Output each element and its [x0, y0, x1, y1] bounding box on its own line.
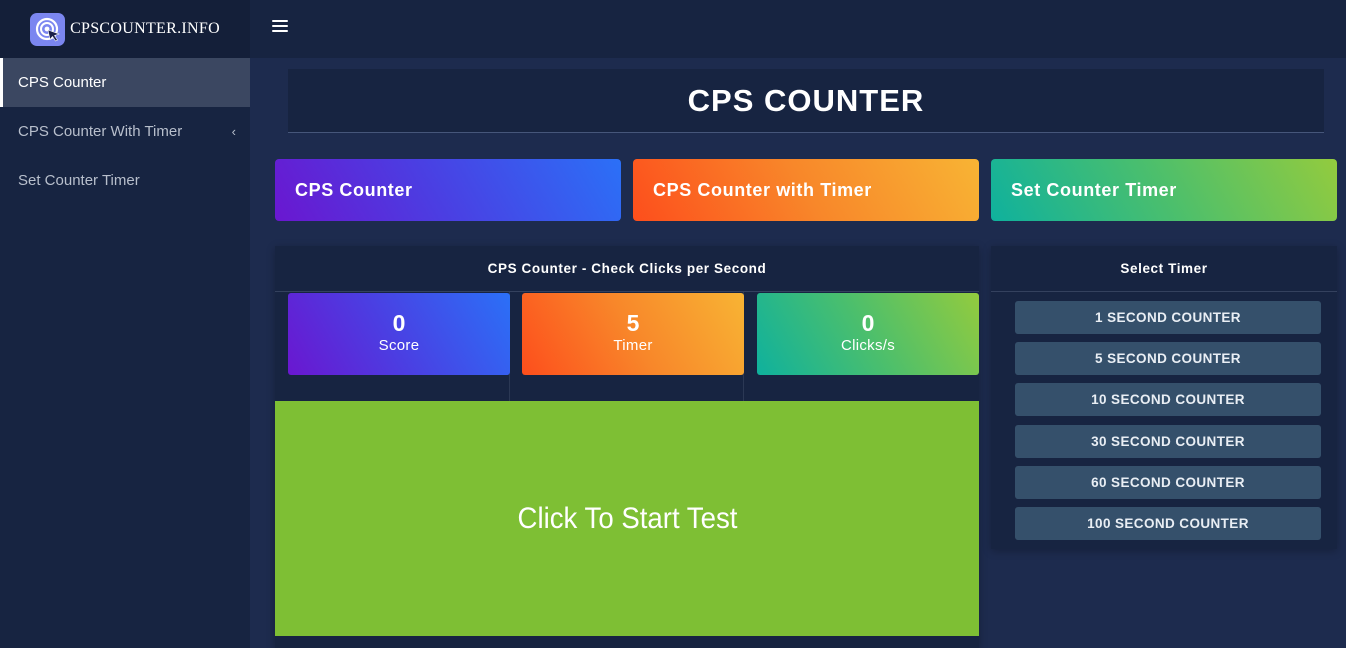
- target-cursor-icon: [30, 12, 66, 46]
- score-label: Score: [378, 336, 420, 354]
- nav-card-label: Set Counter Timer: [1011, 179, 1177, 200]
- timer-options-list: 1 SECOND COUNTER 5 SECOND COUNTER 10 SEC…: [991, 292, 1337, 540]
- stats-row: 0 Score 5 Timer 0 Clicks/s: [275, 292, 979, 401]
- top-bar: [250, 0, 1346, 58]
- sidebar: CPSCOUNTER.INFO CPS Counter CPS Counter …: [0, 0, 250, 648]
- timer-stat: 5 Timer: [522, 293, 744, 375]
- timer-100-second-button[interactable]: 100 SECOND COUNTER: [1015, 506, 1321, 540]
- counter-panel: CPS Counter - Check Clicks per Second 0 …: [275, 246, 979, 648]
- timer-value: 5: [626, 309, 640, 336]
- clicks-per-second-stat: 0 Clicks/s: [757, 293, 979, 375]
- counter-panel-header: CPS Counter - Check Clicks per Second: [275, 246, 979, 292]
- sidebar-item-set-counter-timer[interactable]: Set Counter Timer: [0, 156, 250, 205]
- nav-card-label: CPS Counter: [295, 179, 413, 200]
- timer-5-second-button[interactable]: 5 SECOND COUNTER: [1015, 342, 1321, 376]
- hamburger-icon[interactable]: [272, 20, 288, 34]
- page-title: CPS COUNTER: [687, 82, 925, 118]
- score-stat: 0 Score: [288, 293, 510, 375]
- page-title-card: CPS COUNTER: [288, 69, 1324, 133]
- select-timer-panel: Select Timer 1 SECOND COUNTER 5 SECOND C…: [991, 246, 1337, 549]
- click-to-start-area[interactable]: Click To Start Test: [275, 401, 979, 636]
- timer-label: Timer: [613, 336, 653, 354]
- chevron-left-icon: ‹: [231, 123, 236, 139]
- nav-card-cps-counter[interactable]: CPS Counter: [275, 159, 621, 221]
- sidebar-item-cps-counter[interactable]: CPS Counter: [0, 58, 250, 107]
- clicks-per-second-value: 0: [861, 309, 875, 336]
- sidebar-item-label: CPS Counter: [18, 74, 107, 91]
- timer-10-second-button[interactable]: 10 SECOND COUNTER: [1015, 383, 1321, 417]
- score-value: 0: [392, 309, 406, 336]
- brand-name: CPSCOUNTER.INFO: [70, 20, 220, 37]
- select-timer-header: Select Timer: [991, 246, 1337, 292]
- sidebar-item-label: CPS Counter With Timer: [18, 123, 183, 140]
- clicks-per-second-label: Clicks/s: [840, 336, 896, 354]
- brand[interactable]: CPSCOUNTER.INFO: [0, 0, 250, 58]
- nav-card-set-counter-timer[interactable]: Set Counter Timer: [991, 159, 1337, 221]
- timer-60-second-button[interactable]: 60 SECOND COUNTER: [1015, 465, 1321, 499]
- nav-card-cps-counter-with-timer[interactable]: CPS Counter with Timer: [633, 159, 979, 221]
- click-area-label: Click To Start Test: [517, 501, 737, 535]
- sidebar-item-cps-counter-with-timer[interactable]: CPS Counter With Timer ‹: [0, 107, 250, 156]
- timer-30-second-button[interactable]: 30 SECOND COUNTER: [1015, 424, 1321, 458]
- nav-card-label: CPS Counter with Timer: [653, 179, 872, 200]
- timer-1-second-button[interactable]: 1 SECOND COUNTER: [1015, 301, 1321, 334]
- sidebar-item-label: Set Counter Timer: [18, 172, 140, 189]
